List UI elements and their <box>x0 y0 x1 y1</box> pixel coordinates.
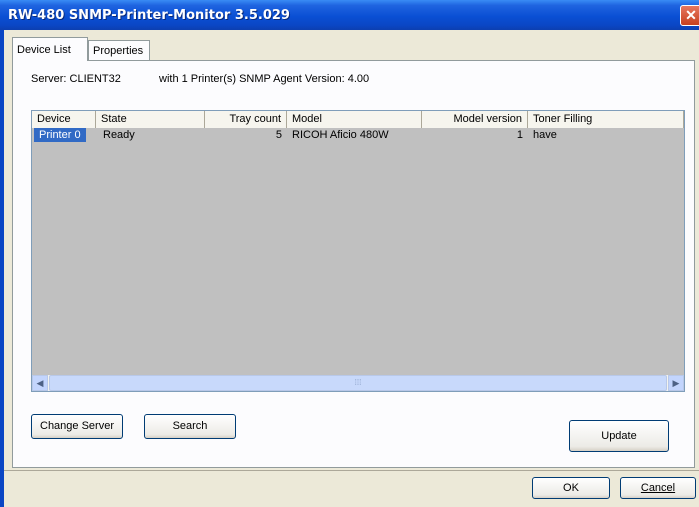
window-frame-left <box>0 30 4 507</box>
tab-properties[interactable]: Properties <box>88 40 150 60</box>
ok-button[interactable]: OK <box>532 477 610 499</box>
tab-device-list[interactable]: Device List <box>12 37 88 61</box>
server-label: Server: CLIENT32 <box>31 73 121 85</box>
chevron-left-icon: ◀ <box>36 378 44 388</box>
cell-model: RICOH Aficio 480W <box>292 129 389 141</box>
cancel-button[interactable]: Cancel <box>620 477 696 499</box>
column-header-toner-filling[interactable]: Toner Filling <box>528 111 684 128</box>
change-server-button[interactable]: Change Server <box>31 414 123 439</box>
title-bar: RW-480 SNMP-Printer-Monitor 3.5.029 ✕ <box>0 0 699 30</box>
server-info: with 1 Printer(s) SNMP Agent Version: 4.… <box>159 73 370 85</box>
cell-toner-filling: have <box>533 129 557 141</box>
tab-label: Properties <box>93 45 144 57</box>
window-title: RW-480 SNMP-Printer-Monitor 3.5.029 <box>8 8 290 23</box>
list-header: Device State Tray count Model Model vers… <box>32 111 684 128</box>
horizontal-scrollbar[interactable]: ◀ ⁞⁞⁞ ▶ <box>32 375 684 391</box>
cell-state: Ready <box>103 129 135 141</box>
close-button[interactable]: ✕ <box>680 5 699 26</box>
device-list-view[interactable]: Device State Tray count Model Model vers… <box>31 110 685 392</box>
column-header-model[interactable]: Model <box>287 111 422 128</box>
cell-device[interactable]: Printer 0 <box>34 128 86 142</box>
column-header-state[interactable]: State <box>96 111 205 128</box>
grip-icon: ⁞⁞⁞ <box>354 378 362 387</box>
column-header-device[interactable]: Device <box>32 111 96 128</box>
cell-tray-count: 5 <box>275 129 282 141</box>
tab-label: Device List <box>17 44 71 56</box>
column-header-tray-count[interactable]: Tray count <box>205 111 287 128</box>
chevron-right-icon: ▶ <box>672 378 680 388</box>
scroll-left-button[interactable]: ◀ <box>32 375 48 391</box>
close-icon: ✕ <box>685 7 697 23</box>
scrollbar-thumb[interactable]: ⁞⁞⁞ <box>49 375 667 391</box>
scroll-right-button[interactable]: ▶ <box>668 375 684 391</box>
search-button[interactable]: Search <box>144 414 236 439</box>
bottom-separator <box>4 470 699 471</box>
cell-model-version: 1 <box>516 129 523 141</box>
update-button[interactable]: Update <box>569 420 669 452</box>
column-header-model-version[interactable]: Model version <box>422 111 528 128</box>
